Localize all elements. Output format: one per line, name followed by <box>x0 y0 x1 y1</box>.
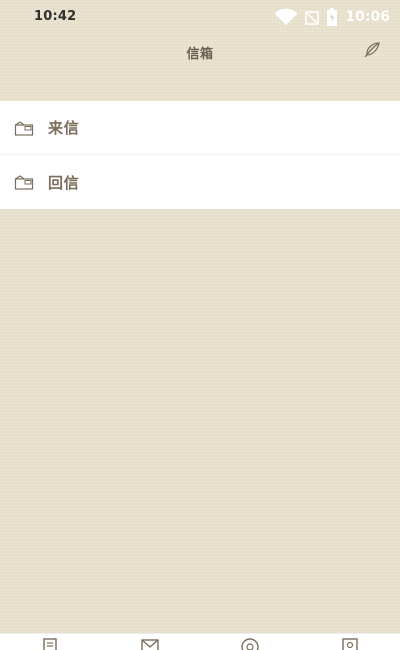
profile-icon <box>340 637 360 650</box>
status-icons: 10:06 <box>273 7 390 27</box>
inbox-icon <box>14 118 34 138</box>
feather-icon <box>362 40 382 64</box>
document-icon <box>41 637 59 650</box>
nav-item-mail[interactable] <box>100 637 200 650</box>
bottom-nav <box>0 633 400 650</box>
list-item-incoming[interactable]: 来信 <box>0 101 400 155</box>
compass-icon <box>240 637 260 650</box>
status-time: 10:42 <box>34 9 77 24</box>
signal-off-icon <box>305 8 320 26</box>
page-title: 信箱 <box>186 47 214 62</box>
battery-icon <box>325 7 339 27</box>
title-bar: 信箱 <box>0 34 400 70</box>
status-bar: 10:42 10:06 <box>0 0 400 34</box>
nav-item-profile[interactable] <box>300 637 400 650</box>
list-item-label: 回信 <box>48 173 80 192</box>
list-item-reply[interactable]: 回信 <box>0 155 400 209</box>
reply-icon <box>14 172 34 192</box>
mail-icon <box>140 637 160 650</box>
list-item-label: 来信 <box>48 119 80 137</box>
nav-item-documents[interactable] <box>0 637 100 650</box>
wifi-icon <box>273 8 299 26</box>
status-right-time: 10:06 <box>345 9 390 25</box>
compose-button[interactable] <box>360 40 384 64</box>
mail-list: 来信 回信 <box>0 101 400 209</box>
nav-item-discover[interactable] <box>200 637 300 650</box>
